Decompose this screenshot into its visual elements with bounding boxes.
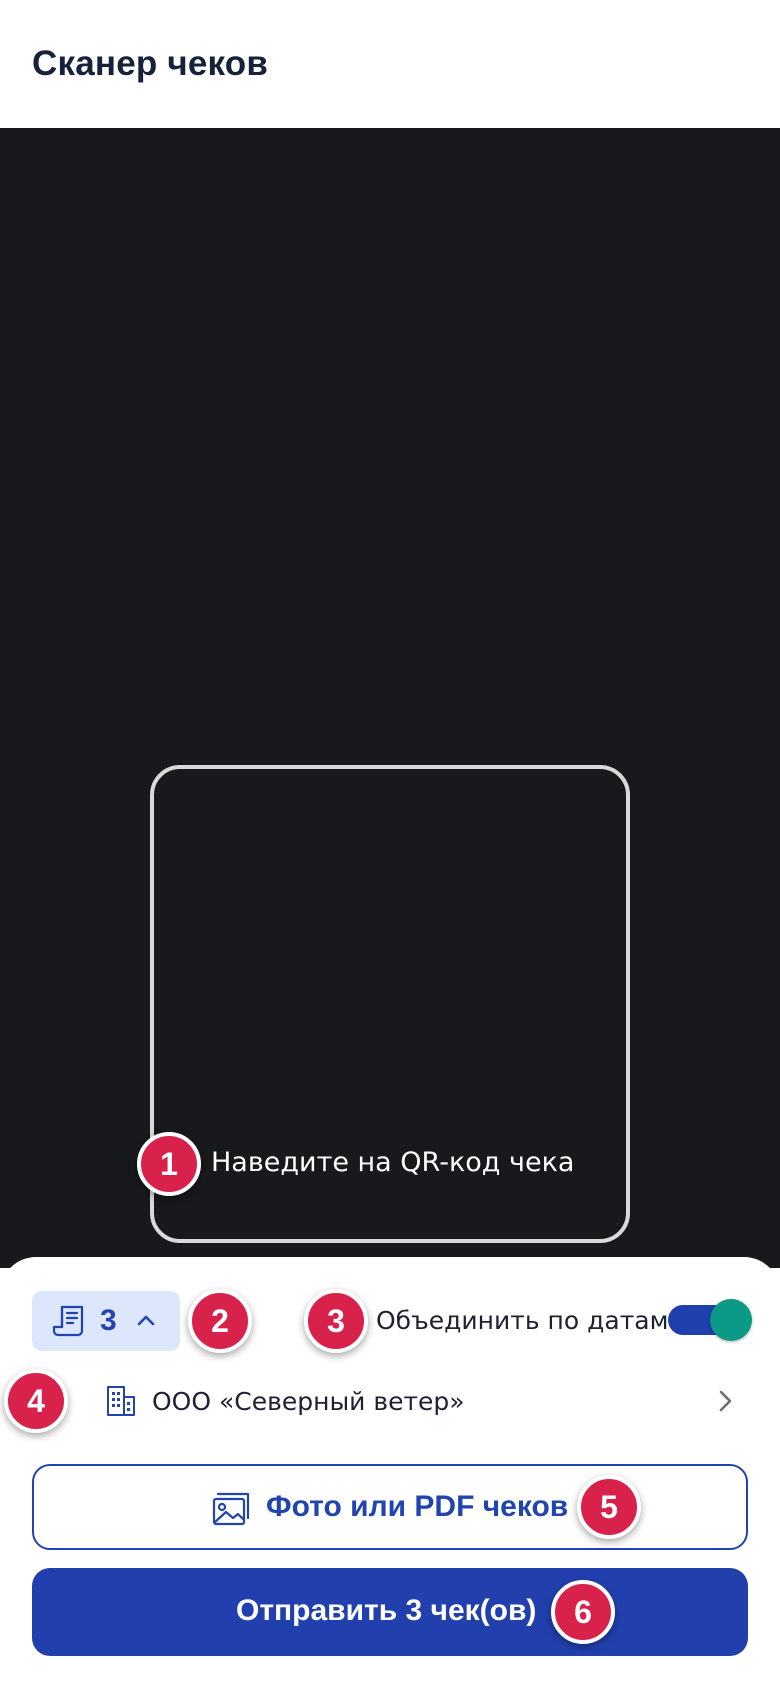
send-receipts-button[interactable]: Отправить 3 чек(ов) — [32, 1568, 748, 1656]
merge-by-dates-toggle[interactable] — [668, 1299, 752, 1341]
scan-hint: Наведите на QR-код чека — [211, 1147, 575, 1178]
annotation-badge-1: 1 — [137, 1132, 201, 1196]
receipt-count: 3 — [100, 1304, 117, 1337]
send-button-label: Отправить 3 чек(ов) — [236, 1594, 537, 1627]
chevron-right-icon — [719, 1390, 732, 1412]
annotation-badge-2: 2 — [188, 1289, 252, 1353]
building-icon — [107, 1386, 135, 1416]
receipt-icon — [52, 1305, 84, 1337]
image-icon — [212, 1492, 250, 1526]
annotation-badge-3: 3 — [304, 1289, 368, 1353]
page-title: Сканер чеков — [32, 44, 269, 83]
annotation-badge-5: 5 — [577, 1475, 641, 1539]
company-selector[interactable]: ООО «Северный ветер» — [96, 1370, 736, 1432]
receipt-count-chip[interactable]: 3 — [32, 1291, 180, 1351]
annotation-badge-4: 4 — [4, 1369, 68, 1433]
annotation-badge-6: 6 — [551, 1580, 615, 1644]
upload-button-label: Фото или PDF чеков — [266, 1490, 569, 1523]
merge-by-dates-label: Объединить по датам — [376, 1306, 669, 1335]
app-header: Сканер чеков — [0, 0, 780, 128]
chevron-up-icon — [137, 1315, 154, 1326]
camera-viewfinder — [0, 128, 780, 1268]
toggle-knob — [710, 1299, 752, 1341]
company-name: ООО «Северный ветер» — [152, 1387, 465, 1416]
